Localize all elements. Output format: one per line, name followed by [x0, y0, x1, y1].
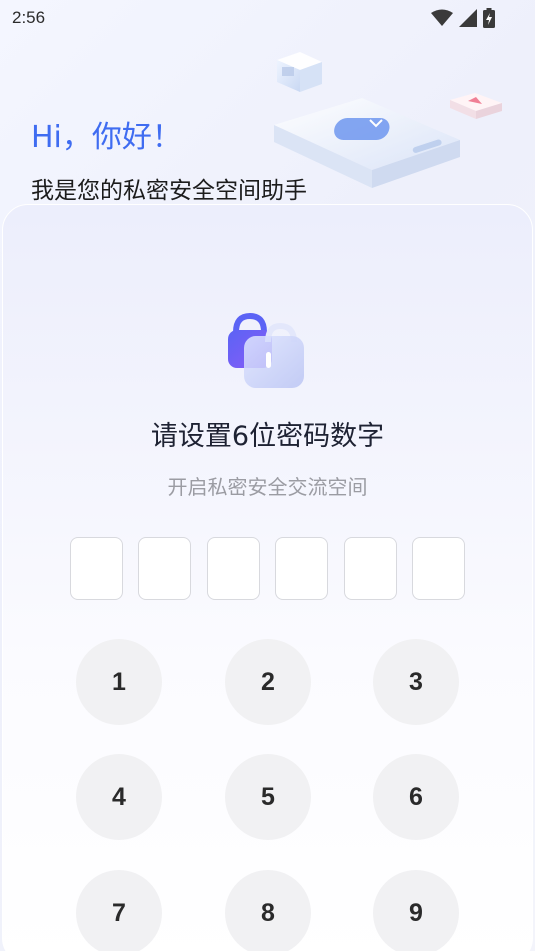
keypad-key-9[interactable]: 9 [373, 870, 459, 951]
keypad-key-6[interactable]: 6 [373, 754, 459, 840]
keypad-key-7[interactable]: 7 [76, 870, 162, 951]
keypad-key-1[interactable]: 1 [76, 639, 162, 725]
keypad-key-3[interactable]: 3 [373, 639, 459, 725]
keypad-key-5[interactable]: 5 [225, 754, 311, 840]
keypad-key-2[interactable]: 2 [225, 639, 311, 725]
number-keypad: 1 2 3 4 5 6 7 8 9 [0, 0, 535, 951]
keypad-key-8[interactable]: 8 [225, 870, 311, 951]
keypad-key-4[interactable]: 4 [76, 754, 162, 840]
